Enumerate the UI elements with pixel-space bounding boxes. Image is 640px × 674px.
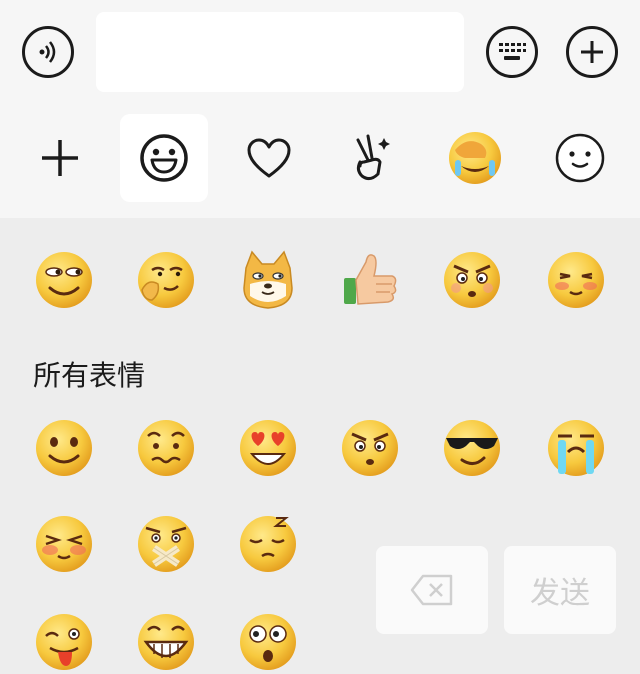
add-icon bbox=[42, 140, 78, 176]
angry-emoji[interactable] bbox=[338, 416, 402, 480]
tab-favorites[interactable] bbox=[225, 114, 313, 202]
shocked-emoji[interactable] bbox=[236, 610, 300, 674]
input-toolbar bbox=[0, 0, 640, 100]
tab-sticker-pack[interactable] bbox=[431, 114, 519, 202]
more-functions-button[interactable] bbox=[566, 26, 618, 78]
awkward-emoji[interactable] bbox=[134, 416, 198, 480]
thumbs-up-emoji[interactable] bbox=[338, 248, 402, 312]
cool-emoji[interactable] bbox=[440, 416, 504, 480]
heart-eyes-emoji[interactable] bbox=[236, 416, 300, 480]
delete-button[interactable] bbox=[376, 546, 488, 634]
smile-emoji[interactable] bbox=[32, 416, 96, 480]
angry-emoji[interactable] bbox=[440, 248, 504, 312]
smiley-icon bbox=[140, 134, 188, 182]
plus-circle-icon bbox=[581, 41, 603, 63]
keyboard-button[interactable] bbox=[486, 26, 538, 78]
cry-emoji[interactable] bbox=[544, 416, 608, 480]
doge-emoji[interactable] bbox=[236, 248, 300, 312]
facepalm-laugh-sticker bbox=[449, 132, 501, 184]
heart-icon bbox=[247, 138, 291, 178]
voice-button[interactable] bbox=[22, 26, 74, 78]
victory-hand-icon bbox=[356, 134, 390, 181]
shy-emoji[interactable] bbox=[32, 512, 96, 576]
sly-hand-emoji[interactable] bbox=[134, 248, 198, 312]
send-label: 发送 bbox=[530, 577, 590, 610]
blush-emoji[interactable] bbox=[544, 248, 608, 312]
tab-gestures[interactable] bbox=[326, 114, 414, 202]
tab-add-sticker[interactable] bbox=[16, 114, 104, 202]
sleep-emoji[interactable] bbox=[236, 512, 300, 576]
tab-emoji[interactable] bbox=[120, 114, 208, 202]
keyboard-icon bbox=[499, 43, 526, 60]
simple-smile-icon bbox=[555, 133, 605, 183]
grin-emoji[interactable] bbox=[134, 610, 198, 674]
sticker-tab-bar bbox=[0, 100, 640, 218]
message-input[interactable] bbox=[96, 12, 464, 92]
smirk-emoji[interactable] bbox=[32, 248, 96, 312]
shut-mouth-emoji[interactable] bbox=[134, 512, 198, 576]
send-button[interactable]: 发送 bbox=[504, 546, 616, 634]
wink-tongue-emoji[interactable] bbox=[32, 610, 96, 674]
backspace-icon bbox=[410, 574, 453, 606]
emoji-panel: 所有表情 发送 bbox=[0, 218, 640, 674]
voice-icon bbox=[39, 41, 56, 63]
all-emojis-heading: 所有表情 bbox=[33, 360, 146, 391]
tab-custom-sticker[interactable] bbox=[536, 114, 624, 202]
